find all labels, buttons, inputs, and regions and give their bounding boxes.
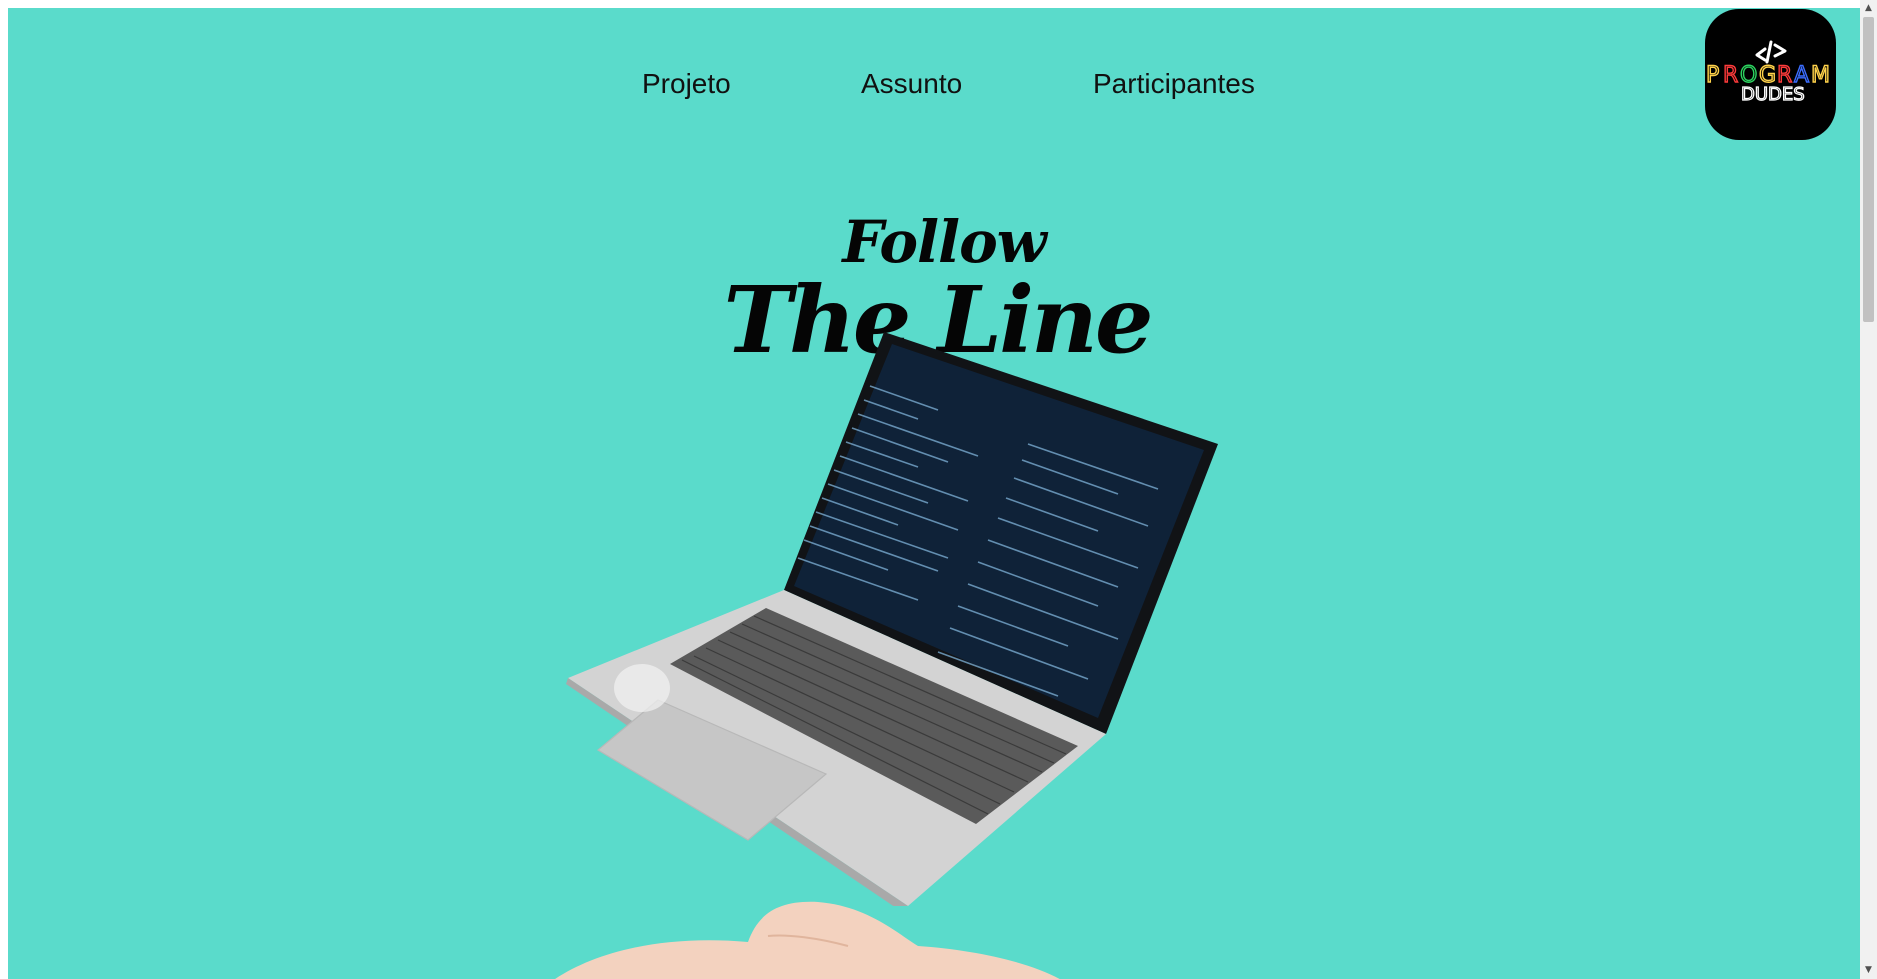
scrollbar-thumb[interactable] <box>1863 17 1874 322</box>
page-background: Projeto Assunto Participantes P R O G R … <box>8 8 1860 979</box>
logo-wordmark-dudes: DUDES <box>1740 83 1805 105</box>
svg-text:M: M <box>1811 63 1830 88</box>
vertical-scrollbar[interactable]: ▲ ▼ <box>1860 0 1877 979</box>
chevron-down-icon[interactable]: ▼ <box>1860 962 1877 979</box>
program-dudes-logo[interactable]: P R O G R A M DUDES <box>1705 9 1836 140</box>
nav-link-participantes[interactable]: Participantes <box>1093 68 1255 100</box>
hand-image <box>555 901 1060 979</box>
svg-text:DUDES: DUDES <box>1741 84 1805 105</box>
nav-link-assunto[interactable]: Assunto <box>861 68 962 100</box>
laptop-image <box>566 332 1218 906</box>
code-brackets-icon <box>1755 40 1787 64</box>
chevron-up-icon[interactable]: ▲ <box>1860 0 1877 17</box>
top-navigation: Projeto Assunto Participantes <box>8 68 1860 112</box>
nav-link-projeto[interactable]: Projeto <box>642 68 731 100</box>
svg-text:P: P <box>1706 63 1719 88</box>
svg-text:R: R <box>1723 63 1738 88</box>
